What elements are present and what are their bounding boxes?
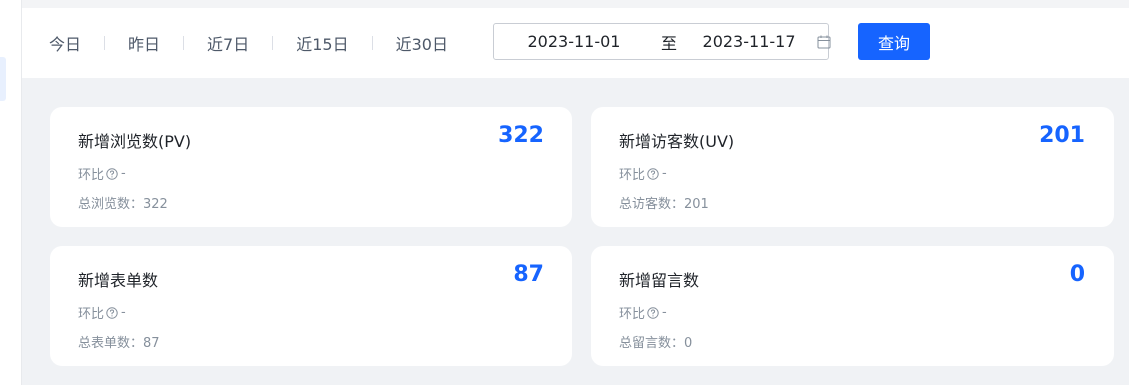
date-range-picker[interactable]: 至 bbox=[493, 23, 831, 60]
ratio-value: - bbox=[662, 305, 667, 320]
filter-bar: 今日 昨日 近7日 近15日 近30日 至 查询 bbox=[22, 8, 1129, 78]
start-date-input[interactable] bbox=[499, 32, 649, 51]
total-label: 总浏览数： bbox=[78, 197, 144, 212]
help-circle-icon[interactable] bbox=[647, 167, 659, 180]
date-range-tabs: 今日 昨日 近7日 近15日 近30日 bbox=[49, 31, 448, 55]
divider bbox=[183, 36, 185, 50]
total-value: 87 bbox=[143, 336, 160, 351]
total-label: 总访客数： bbox=[619, 197, 685, 212]
range-tab-30d[interactable]: 近30日 bbox=[396, 31, 448, 55]
card-ratio: 环比 - bbox=[78, 303, 126, 322]
stat-card-uv: 新增访客数(UV) 201 环比 - 总访客数：201 bbox=[591, 107, 1114, 227]
ratio-label: 环比 bbox=[78, 307, 105, 322]
total-label: 总留言数： bbox=[619, 336, 685, 351]
card-title: 新增浏览数(PV) bbox=[78, 132, 192, 151]
range-tab-today[interactable]: 今日 bbox=[49, 31, 81, 55]
total-value: 201 bbox=[684, 197, 709, 212]
card-title: 新增留言数 bbox=[619, 271, 700, 290]
range-tab-7d[interactable]: 近7日 bbox=[207, 31, 249, 55]
card-ratio: 环比 - bbox=[619, 303, 667, 322]
total-value: 322 bbox=[143, 197, 168, 212]
stat-card-messages: 新增留言数 0 环比 - 总留言数：0 bbox=[591, 246, 1114, 366]
stat-card-forms: 新增表单数 87 环比 - 总表单数：87 bbox=[50, 246, 572, 366]
card-value: 87 bbox=[513, 262, 544, 287]
total-label: 总表单数： bbox=[78, 336, 144, 351]
end-date-input[interactable] bbox=[689, 32, 810, 51]
top-divider bbox=[22, 0, 1129, 8]
stat-card-pv: 新增浏览数(PV) 322 环比 - 总浏览数：322 bbox=[50, 107, 572, 227]
help-circle-icon[interactable] bbox=[106, 306, 118, 319]
card-title: 新增表单数 bbox=[78, 271, 159, 290]
ratio-label: 环比 bbox=[78, 168, 105, 183]
card-total: 总访客数：201 bbox=[619, 193, 709, 212]
sidebar-strip bbox=[0, 0, 22, 385]
ratio-label: 环比 bbox=[619, 168, 646, 183]
card-ratio: 环比 - bbox=[619, 164, 667, 183]
card-title: 新增访客数(UV) bbox=[619, 132, 735, 151]
ratio-value: - bbox=[121, 166, 126, 181]
help-circle-icon[interactable] bbox=[647, 306, 659, 319]
card-total: 总表单数：87 bbox=[78, 332, 160, 351]
ratio-label: 环比 bbox=[619, 307, 646, 322]
divider bbox=[104, 36, 106, 50]
sidebar-active-indicator[interactable] bbox=[0, 57, 6, 101]
query-button[interactable]: 查询 bbox=[858, 23, 930, 60]
date-range-separator: 至 bbox=[661, 33, 678, 53]
card-value: 201 bbox=[1039, 123, 1085, 148]
calendar-icon[interactable] bbox=[817, 35, 831, 49]
help-circle-icon[interactable] bbox=[106, 167, 118, 180]
divider bbox=[371, 36, 373, 50]
card-total: 总留言数：0 bbox=[619, 332, 692, 351]
ratio-value: - bbox=[121, 305, 126, 320]
card-total: 总浏览数：322 bbox=[78, 193, 168, 212]
card-ratio: 环比 - bbox=[78, 164, 126, 183]
divider bbox=[272, 36, 274, 50]
range-tab-yesterday[interactable]: 昨日 bbox=[128, 31, 160, 55]
ratio-value: - bbox=[662, 166, 667, 181]
total-value: 0 bbox=[684, 336, 693, 351]
card-value: 322 bbox=[498, 123, 544, 148]
range-tab-15d[interactable]: 近15日 bbox=[296, 31, 348, 55]
card-value: 0 bbox=[1069, 262, 1085, 287]
